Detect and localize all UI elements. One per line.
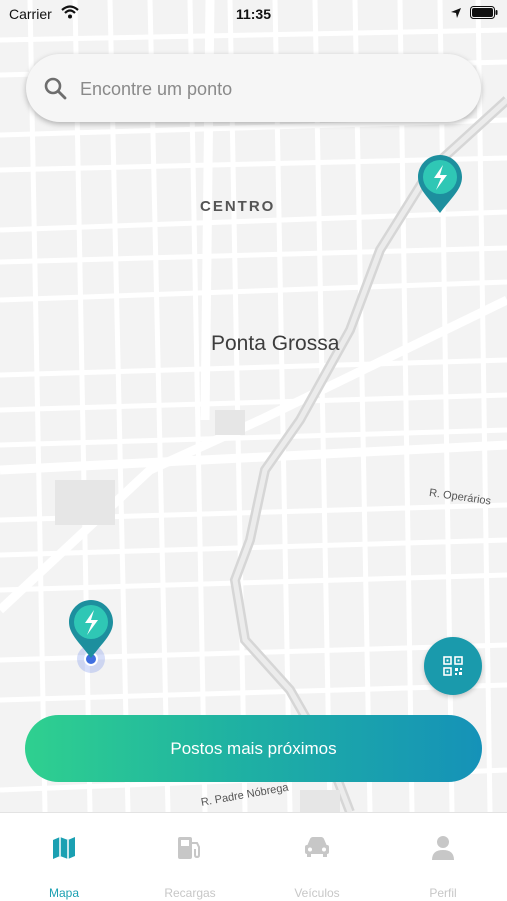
tab-label: Perfil (429, 886, 457, 900)
qr-scan-button[interactable] (424, 637, 482, 695)
charging-station-pin-icon[interactable] (416, 153, 464, 220)
tab-label: Recargas (164, 886, 216, 900)
tab-bar: Mapa Recargas Veículos Perfil (0, 812, 507, 901)
person-icon (431, 835, 455, 866)
district-label: CENTRO (200, 198, 276, 215)
fuel-station-icon (176, 835, 204, 866)
charging-station-pin-icon[interactable] (67, 598, 115, 665)
nearest-stations-button[interactable]: Postos mais próximos (25, 715, 482, 782)
tab-recargas[interactable]: Recargas (127, 813, 253, 901)
search-bar[interactable]: Encontre um ponto (26, 54, 481, 122)
tab-label: Mapa (48, 886, 80, 900)
clock: 11:35 (235, 6, 272, 22)
search-input[interactable]: Encontre um ponto (80, 79, 232, 100)
status-bar: Carrier 11:35 (0, 0, 507, 28)
location-arrow-icon (450, 6, 462, 22)
search-icon (43, 76, 67, 105)
city-label: Ponta Grossa (211, 332, 340, 355)
battery-icon (470, 6, 498, 22)
tab-veiculos[interactable]: Veículos (254, 813, 380, 901)
tab-perfil[interactable]: Perfil (380, 813, 506, 901)
car-icon (303, 835, 331, 864)
tab-mapa[interactable]: Mapa (1, 813, 127, 901)
tab-label: Veículos (294, 886, 340, 900)
map-icon (51, 835, 77, 866)
qr-code-icon (443, 656, 463, 676)
